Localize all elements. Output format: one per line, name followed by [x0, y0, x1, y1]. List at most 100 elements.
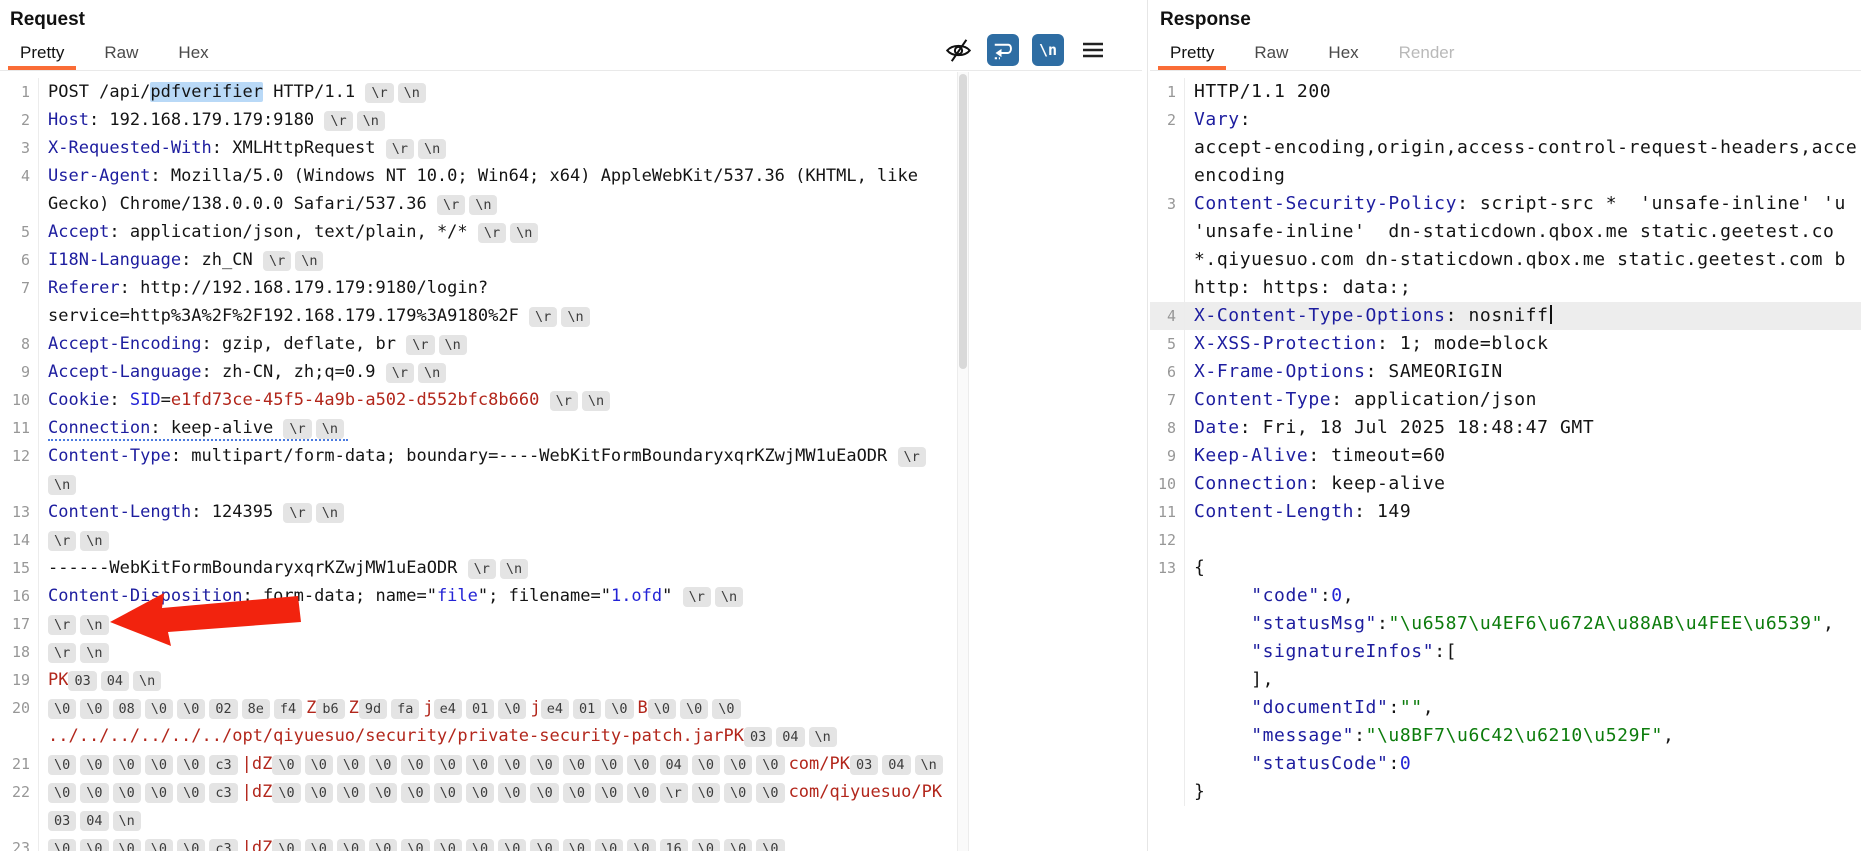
show-newlines-button[interactable]: \n [1032, 34, 1064, 66]
response-line-5: 5X-XSS-Protection: 1; mode=block [1150, 330, 1861, 358]
line-content[interactable]: Accept-Encoding: gzip, deflate, br \r\n [48, 330, 958, 358]
line-content[interactable]: Connection: keep-alive [1194, 470, 1861, 498]
byte-badge: \0 [305, 755, 333, 775]
line-content[interactable]: Accept-Language: zh-CN, zh;q=0.9 \r\n [48, 358, 958, 386]
line-content[interactable]: { [1194, 554, 1861, 582]
response-line-1: 1HTTP/1.1 200 [1150, 78, 1861, 106]
line-content[interactable]: \r\n [48, 526, 958, 554]
line-content[interactable]: \0\0\0\0\0c3|dZ\0\0\0\0\0\0\0\0\0\0\0\0\… [48, 778, 958, 834]
tab-raw[interactable]: Raw [92, 43, 150, 70]
line-content[interactable]: "signatureInfos":[ [1194, 638, 1861, 666]
byte-badge: \r [468, 559, 496, 579]
line-content[interactable]: } [1194, 778, 1861, 806]
line-content[interactable]: Host: 192.168.179.179:9180 \r\n [48, 106, 958, 134]
line-content[interactable]: Content-Type: multipart/form-data; bound… [48, 442, 958, 498]
text-segment: Content-Security-Policy [1194, 193, 1457, 214]
response-line-3: 3 Content-Security-Policy: script-src * '… [1150, 190, 1861, 218]
line-content[interactable]: Content-Type: application/json [1194, 386, 1861, 414]
text-segment: com/PK [789, 754, 850, 774]
line-content[interactable]: Content-Security-Policy: script-src * 'u… [1194, 190, 1861, 218]
byte-badge: 03 [850, 755, 878, 775]
byte-badge: \n [80, 615, 108, 635]
byte-badge: \0 [305, 839, 333, 851]
byte-badge: \0 [712, 699, 740, 719]
byte-badge: \0 [498, 783, 526, 803]
line-content[interactable]: 'unsafe-inline' dn-staticdown.qbox.me st… [1194, 218, 1861, 246]
tab-pretty[interactable]: Pretty [8, 43, 76, 70]
line-content[interactable]: HTTP/1.1 200 [1194, 78, 1861, 106]
line-content[interactable]: http: https: data:; [1194, 274, 1861, 302]
line-content[interactable]: PK0304\n [48, 666, 958, 694]
menu-button[interactable] [1077, 34, 1109, 66]
line-content[interactable]: \0\0\0\0\0c3|dZ\0\0\0\0\0\0\0\0\0\0\0\01… [48, 834, 958, 851]
line-content[interactable]: X-Requested-With: XMLHttpRequest \r\n [48, 134, 958, 162]
tab-render[interactable]: Render [1387, 43, 1467, 70]
line-content[interactable]: accept-encoding,origin,access-control-re… [1194, 134, 1861, 162]
byte-badge: \0 [48, 755, 76, 775]
tab-raw[interactable]: Raw [1242, 43, 1300, 70]
request-scrollbar-thumb[interactable] [959, 74, 967, 369]
line-content[interactable]: \r\n [48, 638, 958, 666]
tab-pretty[interactable]: Pretty [1158, 43, 1226, 70]
byte-badge: 01 [466, 699, 494, 719]
byte-badge: \n [809, 727, 837, 747]
line-content[interactable]: Referer: http://192.168.179.179:9180/log… [48, 274, 958, 330]
line-content[interactable]: I18N-Language: zh_CN \r\n [48, 246, 958, 274]
tab-hex[interactable]: Hex [166, 43, 220, 70]
line-number: 13 [0, 498, 39, 526]
byte-badge: e4 [434, 699, 462, 719]
line-content[interactable]: \0\0\0\0\0c3|dZ\0\0\0\0\0\0\0\0\0\0\0\00… [48, 750, 958, 778]
tab-hex[interactable]: Hex [1316, 43, 1370, 70]
line-content[interactable]: Content-Length: 149 [1194, 498, 1861, 526]
line-content[interactable]: X-XSS-Protection: 1; mode=block [1194, 330, 1861, 358]
toggle-visibility-button[interactable] [942, 34, 974, 66]
text-segment: Z [349, 698, 359, 718]
line-content[interactable]: \0\008\0\0028ef4Zb6Z9dfaje401\0je401\0B\… [48, 694, 958, 750]
request-panel: Request PrettyRawHex \n [0, 0, 1142, 851]
request-editor[interactable]: 1POST /api/pdfverifier HTTP/1.1 \r\n2Hos… [0, 72, 958, 851]
line-content[interactable]: X-Frame-Options: SAMEORIGIN [1194, 358, 1861, 386]
byte-badge: \0 [272, 839, 300, 851]
text-segment: : Fri, 18 Jul 2025 18:48:47 GMT [1240, 417, 1595, 438]
line-content[interactable]: "code":0, [1194, 582, 1861, 610]
text-segment: Accept-Encoding [48, 334, 202, 354]
line-content[interactable]: Content-Disposition: form-data; name="fi… [48, 582, 958, 610]
text-segment: B [638, 698, 648, 718]
text-segment: Connection [48, 418, 150, 438]
line-content[interactable]: \r\n [48, 610, 958, 638]
line-content[interactable]: "statusMsg":"\u6587\u4EF6\u672A\u88AB\u4… [1194, 610, 1861, 638]
line-content[interactable]: "statusCode":0 [1194, 750, 1861, 778]
line-content[interactable]: Accept: application/json, text/plain, */… [48, 218, 958, 246]
text-segment: : [109, 390, 129, 410]
line-content[interactable]: Date: Fri, 18 Jul 2025 18:48:47 GMT [1194, 414, 1861, 442]
line-content[interactable]: Keep-Alive: timeout=60 [1194, 442, 1861, 470]
line-number: 3 [1150, 190, 1185, 218]
text-segment: : [1377, 613, 1388, 634]
response-line-2: 2Vary: [1150, 106, 1861, 134]
hamburger-icon [1081, 38, 1105, 62]
line-content[interactable]: X-Content-Type-Options: nosniff [1194, 302, 1861, 330]
line-content[interactable]: POST /api/pdfverifier HTTP/1.1 \r\n [48, 78, 958, 106]
text-segment: e1fd73ce-45f5-4a9b-a502-d552bfc8b660 [171, 390, 539, 410]
byte-badge: \0 [337, 755, 365, 775]
byte-badge: \0 [595, 839, 623, 851]
line-content[interactable]: "message":"\u8BF7\u6C42\u6210\u529F", [1194, 722, 1861, 750]
line-content[interactable]: Cookie: SID=e1fd73ce-45f5-4a9b-a502-d552… [48, 386, 958, 414]
line-content[interactable]: Connection: keep-alive \r\n [48, 414, 958, 442]
line-content[interactable]: User-Agent: Mozilla/5.0 (Windows NT 10.0… [48, 162, 958, 218]
text-segment: : SAMEORIGIN [1366, 361, 1503, 382]
response-editor[interactable]: 1HTTP/1.1 2002Vary:accept-encoding,origi… [1150, 72, 1861, 851]
response-line-wrap: ], [1150, 666, 1861, 694]
line-content[interactable]: Vary: [1194, 106, 1861, 134]
byte-badge: \r [386, 363, 414, 383]
byte-badge: \n [418, 139, 446, 159]
byte-badge: \0 [369, 783, 397, 803]
line-content[interactable]: ], [1194, 666, 1861, 694]
wrap-lines-button[interactable] [987, 34, 1019, 66]
request-scrollbar[interactable] [957, 72, 969, 851]
line-content[interactable]: encoding [1194, 162, 1861, 190]
line-content[interactable]: ------WebKitFormBoundaryxqrKZwjMW1uEaODR… [48, 554, 958, 582]
line-content[interactable]: "documentId":"", [1194, 694, 1861, 722]
line-content[interactable]: Content-Length: 124395 \r\n [48, 498, 958, 526]
line-content[interactable]: *.qiyuesuo.com dn-staticdown.qbox.me sta… [1194, 246, 1861, 274]
